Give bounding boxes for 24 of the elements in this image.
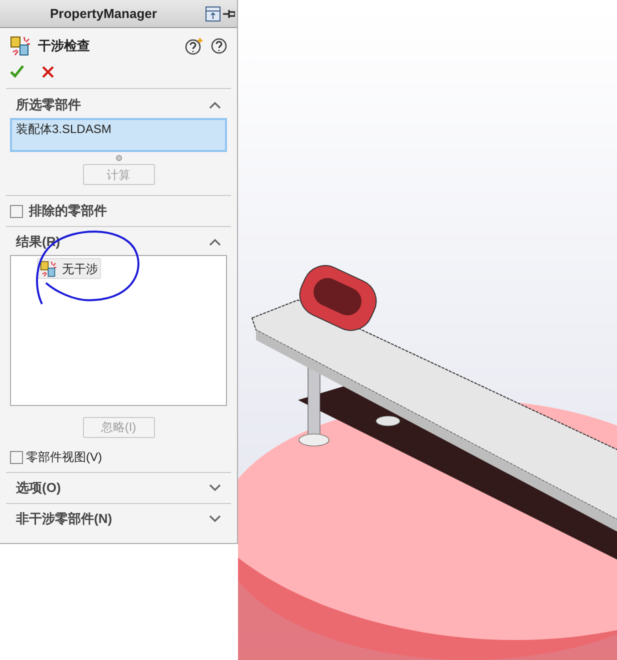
cancel-close-icon[interactable] — [42, 66, 54, 78]
section-title[interactable]: 所选零部件 — [16, 95, 81, 115]
collapse-chevron-icon[interactable] — [209, 101, 221, 109]
feature-title: 干涉检查 — [38, 37, 90, 56]
result-item[interactable]: 无干涉 — [37, 258, 101, 279]
expand-chevron-icon[interactable] — [209, 515, 221, 523]
section-title[interactable]: 选项(O) — [16, 478, 61, 498]
expand-chevron-icon[interactable] — [209, 484, 221, 492]
whats-new-help-icon[interactable] — [185, 37, 203, 55]
panel-title: PropertyManager — [50, 4, 157, 23]
section-title[interactable]: 非干涉零部件(N) — [16, 509, 112, 529]
interference-icon — [10, 35, 32, 57]
collapse-chevron-icon[interactable] — [209, 238, 221, 246]
checkbox-label[interactable]: 排除的零部件 — [29, 201, 107, 221]
checkbox-label[interactable]: 零部件视图(V) — [26, 448, 102, 466]
resize-handle-icon[interactable] — [116, 155, 122, 161]
ok-check-icon[interactable] — [10, 65, 24, 78]
pin-icon[interactable] — [223, 8, 235, 20]
checkbox[interactable] — [10, 450, 23, 464]
panel-toggle-icon[interactable] — [205, 6, 221, 22]
checkbox[interactable] — [10, 204, 23, 218]
interference-icon — [40, 260, 58, 278]
help-icon[interactable] — [211, 38, 227, 54]
selection-list-field[interactable]: 装配体3.SLDASM — [10, 118, 227, 152]
